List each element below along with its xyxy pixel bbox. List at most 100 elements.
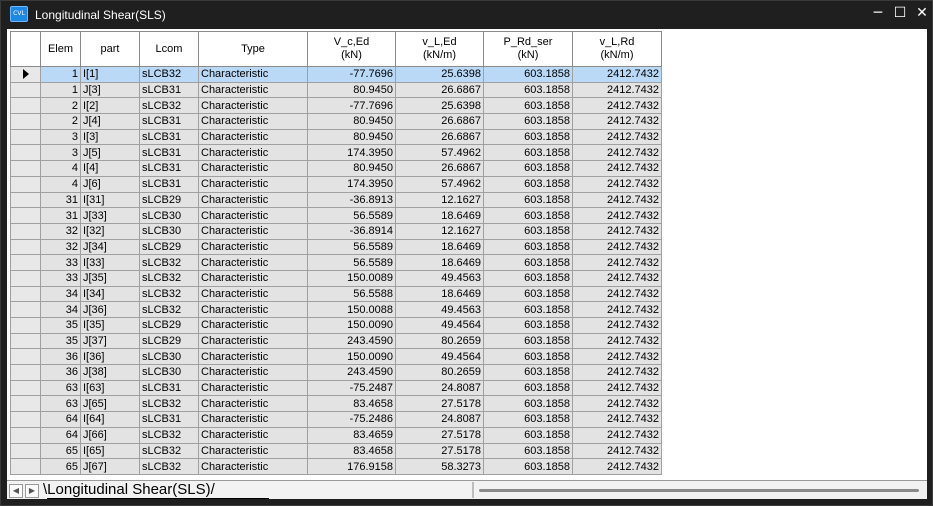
cell-lcom[interactable]: sLCB30 bbox=[139, 348, 199, 366]
cell-vled[interactable]: 57.4962 bbox=[395, 144, 484, 162]
cell-vled[interactable]: 12.1627 bbox=[395, 222, 484, 240]
cell-prd[interactable]: 603.1858 bbox=[483, 395, 573, 413]
cell-elem[interactable]: 34 bbox=[40, 301, 81, 318]
cell-lcom[interactable]: sLCB32 bbox=[139, 426, 199, 444]
cell-part[interactable]: I[2] bbox=[80, 97, 140, 115]
cell-lcom[interactable]: sLCB32 bbox=[139, 97, 199, 115]
cell-type[interactable]: Characteristic bbox=[198, 113, 308, 130]
cell-vlrd[interactable]: 2412.7432 bbox=[572, 175, 662, 193]
cell-lcom[interactable]: sLCB29 bbox=[139, 332, 199, 350]
cell-vled[interactable]: 27.5178 bbox=[395, 442, 484, 460]
cell-vced[interactable]: 80.9450 bbox=[307, 160, 396, 177]
cell-vlrd[interactable]: 2412.7432 bbox=[572, 254, 662, 271]
cell-vced[interactable]: -36.8913 bbox=[307, 191, 396, 209]
row-header[interactable] bbox=[10, 332, 41, 350]
cell-type[interactable]: Characteristic bbox=[198, 301, 308, 318]
cell-lcom[interactable]: sLCB30 bbox=[139, 364, 199, 381]
cell-vced[interactable]: 80.9450 bbox=[307, 81, 396, 99]
cell-elem[interactable]: 64 bbox=[40, 426, 81, 444]
cell-lcom[interactable]: sLCB31 bbox=[139, 379, 199, 397]
row-header[interactable] bbox=[10, 364, 41, 381]
cell-lcom[interactable]: sLCB31 bbox=[139, 160, 199, 177]
table-row[interactable]: 31 I[31] sLCB29 Characteristic -36.8913 12.16… bbox=[10, 191, 662, 209]
cell-vced[interactable]: -75.2486 bbox=[307, 411, 396, 428]
cell-type[interactable]: Characteristic bbox=[198, 222, 308, 240]
cell-type[interactable]: Characteristic bbox=[198, 238, 308, 256]
cell-elem[interactable]: 63 bbox=[40, 395, 81, 413]
cell-vced[interactable]: -75.2487 bbox=[307, 379, 396, 397]
cell-type[interactable]: Characteristic bbox=[198, 285, 308, 303]
cell-elem[interactable]: 63 bbox=[40, 379, 81, 397]
cell-part[interactable]: J[34] bbox=[80, 238, 140, 256]
cell-vced[interactable]: 174.3950 bbox=[307, 175, 396, 193]
tab-prev-button[interactable]: ◀ bbox=[9, 484, 23, 498]
cell-elem[interactable]: 35 bbox=[40, 317, 81, 334]
maximize-button[interactable]: ☐ bbox=[890, 4, 910, 22]
cell-prd[interactable]: 603.1858 bbox=[483, 191, 573, 209]
cell-elem[interactable]: 3 bbox=[40, 128, 81, 146]
cell-vled[interactable]: 25.6398 bbox=[395, 66, 484, 83]
cell-vlrd[interactable]: 2412.7432 bbox=[572, 301, 662, 318]
cell-elem[interactable]: 2 bbox=[40, 97, 81, 115]
cell-lcom[interactable]: sLCB32 bbox=[139, 301, 199, 318]
row-header[interactable] bbox=[10, 426, 41, 444]
cell-part[interactable]: J[65] bbox=[80, 395, 140, 413]
cell-vlrd[interactable]: 2412.7432 bbox=[572, 348, 662, 366]
cell-vled[interactable]: 26.6867 bbox=[395, 128, 484, 146]
cell-prd[interactable]: 603.1858 bbox=[483, 269, 573, 287]
cell-vled[interactable]: 49.4563 bbox=[395, 269, 484, 287]
row-header[interactable] bbox=[10, 285, 41, 303]
cell-vled[interactable]: 26.6867 bbox=[395, 160, 484, 177]
cell-vled[interactable]: 49.4564 bbox=[395, 317, 484, 334]
cell-part[interactable]: J[5] bbox=[80, 144, 140, 162]
cell-elem[interactable]: 33 bbox=[40, 254, 81, 271]
cell-vced[interactable]: 176.9158 bbox=[307, 458, 396, 475]
cell-prd[interactable]: 603.1858 bbox=[483, 317, 573, 334]
cell-vled[interactable]: 26.6867 bbox=[395, 81, 484, 99]
cell-type[interactable]: Characteristic bbox=[198, 442, 308, 460]
cell-type[interactable]: Characteristic bbox=[198, 160, 308, 177]
cell-vled[interactable]: 27.5178 bbox=[395, 426, 484, 444]
cell-vled[interactable]: 49.4564 bbox=[395, 348, 484, 366]
row-header[interactable] bbox=[10, 66, 41, 83]
cell-vlrd[interactable]: 2412.7432 bbox=[572, 222, 662, 240]
column-header-prd[interactable]: P_Rd_ser (kN) bbox=[483, 31, 573, 67]
cell-vced[interactable]: 83.4658 bbox=[307, 442, 396, 460]
cell-type[interactable]: Characteristic bbox=[198, 207, 308, 224]
cell-part[interactable]: J[6] bbox=[80, 175, 140, 193]
cell-vlrd[interactable]: 2412.7432 bbox=[572, 458, 662, 475]
cell-vced[interactable]: 150.0088 bbox=[307, 301, 396, 318]
cell-elem[interactable]: 4 bbox=[40, 175, 81, 193]
cell-vled[interactable]: 27.5178 bbox=[395, 395, 484, 413]
table-row[interactable]: 65 J[67] sLCB32 Characteristic 176.9158 58.32… bbox=[10, 458, 662, 475]
cell-part[interactable]: I[63] bbox=[80, 379, 140, 397]
cell-type[interactable]: Characteristic bbox=[198, 332, 308, 350]
table-row[interactable]: 1 J[3] sLCB31 Characteristic 80.9450 26.6867 6… bbox=[10, 81, 662, 99]
cell-lcom[interactable]: sLCB32 bbox=[139, 458, 199, 475]
cell-lcom[interactable]: sLCB30 bbox=[139, 207, 199, 224]
table-row[interactable]: 32 I[32] sLCB30 Characteristic -36.8914 12.16… bbox=[10, 222, 662, 240]
cell-part[interactable]: J[67] bbox=[80, 458, 140, 475]
cell-type[interactable]: Characteristic bbox=[198, 81, 308, 99]
cell-part[interactable]: I[1] bbox=[80, 66, 140, 83]
row-header[interactable] bbox=[10, 81, 41, 99]
cell-vled[interactable]: 26.6867 bbox=[395, 113, 484, 130]
row-header[interactable] bbox=[10, 191, 41, 209]
cell-type[interactable]: Characteristic bbox=[198, 269, 308, 287]
table-row[interactable]: 64 J[66] sLCB32 Characteristic 83.4659 27.517… bbox=[10, 426, 662, 444]
table-row[interactable]: 32 J[34] sLCB29 Characteristic 56.5589 18.646… bbox=[10, 238, 662, 256]
cell-prd[interactable]: 603.1858 bbox=[483, 332, 573, 350]
cell-elem[interactable]: 64 bbox=[40, 411, 81, 428]
scroll-divider[interactable] bbox=[472, 482, 474, 498]
cell-elem[interactable]: 1 bbox=[40, 66, 81, 83]
cell-type[interactable]: Characteristic bbox=[198, 348, 308, 366]
row-header[interactable] bbox=[10, 175, 41, 193]
row-header[interactable] bbox=[10, 395, 41, 413]
cell-part[interactable]: I[4] bbox=[80, 160, 140, 177]
cell-part[interactable]: J[38] bbox=[80, 364, 140, 381]
row-header[interactable] bbox=[10, 379, 41, 397]
cell-type[interactable]: Characteristic bbox=[198, 66, 308, 83]
cell-vled[interactable]: 24.8087 bbox=[395, 379, 484, 397]
cell-vced[interactable]: -36.8914 bbox=[307, 222, 396, 240]
cell-vled[interactable]: 80.2659 bbox=[395, 332, 484, 350]
